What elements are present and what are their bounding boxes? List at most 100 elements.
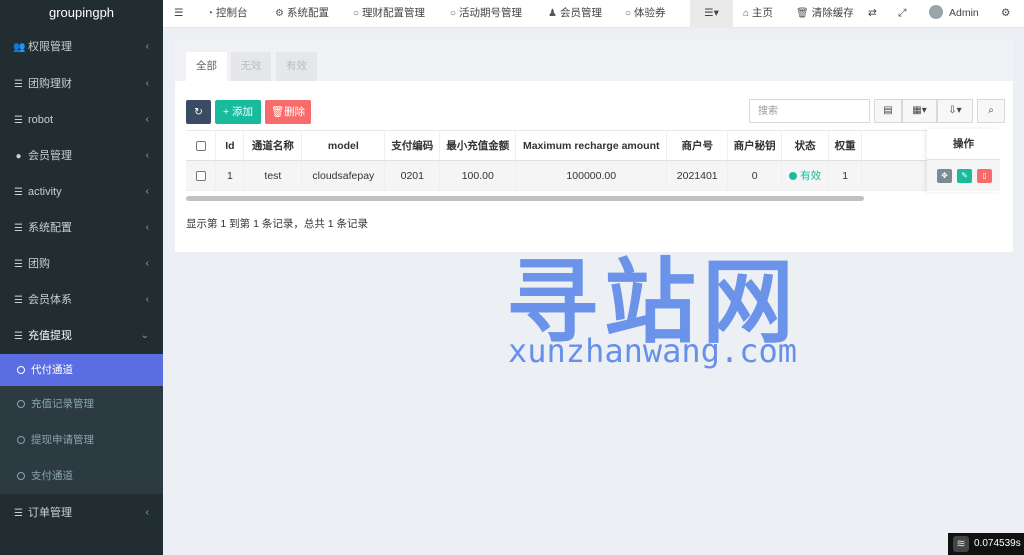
table-header-row: Id 通道名称 model 支付编码 最小充值金额 Maximum rechar… xyxy=(186,130,1000,161)
tab-invalid[interactable]: 无效 xyxy=(231,52,271,81)
language-button[interactable]: ⇄ xyxy=(868,0,877,28)
sidebar-toggle-button[interactable]: ☰ xyxy=(174,0,183,28)
settings-button[interactable]: ⚙ xyxy=(1001,0,1010,28)
tab-experience-voucher[interactable]: ○ 体验券 xyxy=(625,0,666,28)
cell-merchant-key: 0 xyxy=(727,160,783,191)
user-icon: ♟ xyxy=(548,8,557,19)
chevron-left-icon: ‹ xyxy=(145,294,149,305)
brand-logo[interactable]: groupingph xyxy=(0,0,163,28)
tab-member-management[interactable]: ♟ 会员管理 xyxy=(548,0,602,28)
row-checkbox[interactable] xyxy=(195,170,206,181)
sidebar-item-label: 权限管理 xyxy=(28,41,72,53)
user-circle-icon: ● xyxy=(15,151,22,162)
cell-status[interactable]: 有效 xyxy=(781,160,830,191)
delete-row-button[interactable]: ▯ xyxy=(977,169,993,183)
sidebar-item-activity[interactable]: ☰ activity ‹ xyxy=(0,174,163,210)
sidebar-item-members[interactable]: ● 会员管理 ‹ xyxy=(0,138,163,174)
tab-label: 活动期号管理 xyxy=(459,7,523,19)
col-header[interactable]: 支付编码 xyxy=(384,130,441,161)
sub-item-label: 提现申请管理 xyxy=(31,434,94,446)
chevron-left-icon: ‹ xyxy=(145,222,149,233)
debug-timer[interactable]: ≋ 0.074539s xyxy=(948,533,1024,555)
list-icon: ☰ xyxy=(14,79,23,90)
cell-id: 1 xyxy=(215,160,245,191)
list-icon: ☰ xyxy=(14,187,23,198)
select-all-header[interactable] xyxy=(186,130,217,161)
scrollbar-thumb[interactable] xyxy=(186,196,864,201)
tab-dashboard[interactable]: ◔ 控制台 xyxy=(207,0,248,28)
cell-code: 0201 xyxy=(384,160,441,191)
circle-icon: ○ xyxy=(625,8,632,19)
col-header[interactable]: 权重 xyxy=(828,130,863,161)
sub-item-withdraw-requests[interactable]: 提现申请管理 xyxy=(0,422,163,458)
avatar xyxy=(929,5,943,19)
drag-sort-button[interactable]: ✥ xyxy=(937,169,952,183)
delete-button[interactable]: 🗑删除 xyxy=(265,100,311,124)
search-input[interactable] xyxy=(749,99,870,123)
tab-finance-config[interactable]: ○ 理财配置管理 xyxy=(353,0,425,28)
col-header[interactable]: 商户号 xyxy=(666,130,729,161)
tab-system-config[interactable]: ⚙ 系统配置 xyxy=(275,0,329,28)
tab-all[interactable]: 全部 xyxy=(186,52,227,81)
user-menu[interactable]: Admin xyxy=(929,0,979,28)
horizontal-scrollbar[interactable] xyxy=(186,196,1000,202)
export-dropdown-button[interactable]: ⇩▾ xyxy=(937,99,973,123)
edit-button[interactable]: ✎ xyxy=(957,169,973,183)
sub-item-recharge-records[interactable]: 充值记录管理 xyxy=(0,386,163,422)
col-header[interactable]: model xyxy=(301,130,386,161)
clear-cache-button[interactable]: 🗑 清除缓存 xyxy=(796,0,854,28)
tab-activity-period[interactable]: ○ 活动期号管理 xyxy=(450,0,522,28)
sidebar-item-group-finance[interactable]: ☰ 团购理财 ‹ xyxy=(0,66,163,102)
list-icon: ☰ xyxy=(14,508,23,519)
data-table: Id 通道名称 model 支付编码 最小充值金额 Maximum rechar… xyxy=(186,130,1000,191)
list-icon: ☰ xyxy=(14,331,23,342)
more-tabs-dropdown[interactable]: ☰▾ xyxy=(690,0,733,28)
move-icon: ✥ xyxy=(941,171,948,180)
tab-label: 控制台 xyxy=(216,7,248,19)
chevron-left-icon: ‹ xyxy=(145,186,149,197)
columns-dropdown-button[interactable]: ▦▾ xyxy=(902,99,937,123)
toggle-view-button[interactable]: ▤ xyxy=(874,99,902,123)
col-header[interactable]: 通道名称 xyxy=(243,130,303,161)
hamburger-icon: ☰ xyxy=(174,7,184,19)
sidebar-item-member-system[interactable]: ☰ 会员体系 ‹ xyxy=(0,282,163,318)
expand-icon: ⤢ xyxy=(898,7,907,19)
sub-item-payment-channel[interactable]: 支付通道 xyxy=(0,458,163,494)
tab-valid[interactable]: 有效 xyxy=(276,52,317,81)
advanced-search-button[interactable]: ⌕ xyxy=(977,99,1005,123)
col-header[interactable]: Maximum recharge amount xyxy=(515,130,668,161)
sidebar-menu: 👥 权限管理 ‹ ☰ 团购理财 ‹ ☰ robot ‹ ● 会员管理 ‹ ☰ activi… xyxy=(0,28,163,531)
chevron-left-icon: ‹ xyxy=(145,41,149,52)
dashboard-icon: ◔ xyxy=(207,8,214,19)
refresh-button[interactable]: ↻ xyxy=(186,100,211,124)
sidebar-item-robot[interactable]: ☰ robot ‹ xyxy=(0,102,163,138)
table-row[interactable]: 1 test cloudsafepay 0201 100.00 100000.0… xyxy=(186,160,1000,191)
sidebar-item-group-buy[interactable]: ☰ 团购 ‹ xyxy=(0,246,163,282)
col-header[interactable]: Id xyxy=(215,130,245,161)
list-icon: ☰ xyxy=(14,259,23,270)
sub-item-label: 代付通道 xyxy=(31,364,73,376)
sidebar-item-permissions[interactable]: 👥 权限管理 ‹ xyxy=(0,28,163,66)
select-all-checkbox[interactable] xyxy=(195,140,206,151)
debug-time: 0.074539s xyxy=(974,538,1021,549)
trash-icon: 🗑 xyxy=(796,8,809,19)
col-header[interactable]: 最小充值金额 xyxy=(439,130,517,161)
gears-icon: ⚙ xyxy=(1001,7,1011,19)
col-header[interactable]: 状态 xyxy=(781,130,830,161)
sidebar-item-recharge-withdraw[interactable]: ☰ 充值提现 ⌄ xyxy=(0,318,163,354)
sidebar-item-label: 系统配置 xyxy=(28,222,72,234)
users-icon: 👥 xyxy=(13,42,26,53)
operations-column: 操作 ✥ ✎ ▯ xyxy=(927,129,1000,192)
circle-icon xyxy=(17,400,25,408)
search-icon: ⌕ xyxy=(988,105,994,116)
clear-cache-label: 清除缓存 xyxy=(811,7,854,19)
sidebar-item-orders[interactable]: ☰ 订单管理 ‹ xyxy=(0,495,163,531)
pencil-icon: ✎ xyxy=(961,171,968,180)
fullscreen-button[interactable]: ⤢ xyxy=(898,0,906,28)
col-header[interactable]: 商户秘钥 xyxy=(727,130,783,161)
home-link[interactable]: ⌂ 主页 xyxy=(743,0,773,28)
add-button[interactable]: + 添加 xyxy=(215,100,261,124)
sub-item-payout-channel[interactable]: 代付通道 xyxy=(0,354,163,386)
row-select-cell[interactable] xyxy=(186,160,217,191)
sidebar-item-system-config[interactable]: ☰ 系统配置 ‹ xyxy=(0,210,163,246)
